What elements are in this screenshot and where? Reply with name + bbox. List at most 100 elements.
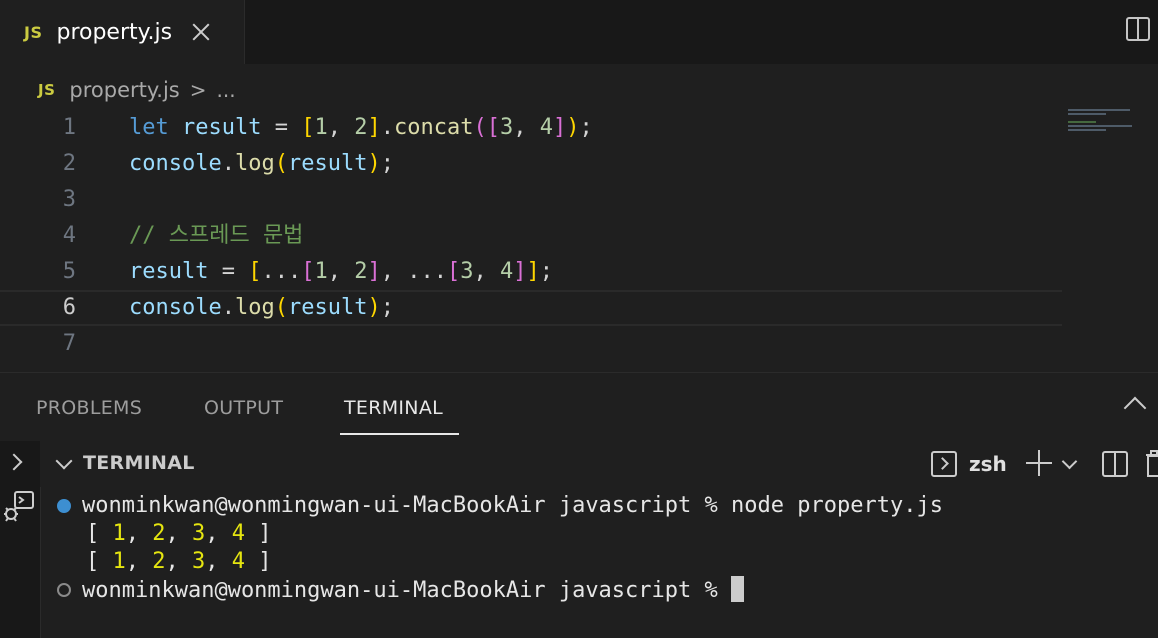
- plus-icon[interactable]: [1026, 450, 1052, 476]
- minimap-line: [1068, 109, 1130, 111]
- code-token: [: [446, 259, 461, 284]
- output-number: 2: [152, 549, 166, 574]
- code-token: console: [129, 295, 222, 320]
- vscode-window: JS property.js JS property.js > ... 1 let…: [0, 0, 1158, 638]
- split-terminal-icon[interactable]: [1102, 451, 1128, 477]
- terminal-shell-name[interactable]: zsh: [969, 452, 1007, 476]
- code-token: 1: [314, 115, 328, 140]
- line-number[interactable]: 6: [0, 292, 76, 324]
- code-line[interactable]: 3: [0, 182, 1062, 218]
- output-number: 1: [112, 521, 126, 546]
- code-token: .: [380, 115, 394, 140]
- code-token: =: [261, 115, 302, 140]
- editor-tab-bar: JS property.js: [0, 0, 1158, 64]
- line-number[interactable]: 7: [0, 326, 76, 362]
- code-editor[interactable]: 1 let result = [1, 2].concat([3, 4]); 2 con…: [0, 110, 1158, 372]
- code-token: (: [274, 151, 288, 176]
- code-token: ): [566, 115, 580, 140]
- terminal-cursor: [731, 576, 745, 602]
- code-text[interactable]: let result = [1, 2].concat([3, 4]);: [129, 110, 593, 146]
- code-token: =: [208, 259, 249, 284]
- output-separator: ,: [205, 521, 232, 546]
- split-editor-icon[interactable]: [1126, 17, 1150, 41]
- code-token: result: [182, 115, 262, 140]
- javascript-file-icon: JS: [24, 22, 43, 42]
- minimap-line: [1068, 125, 1132, 127]
- code-token: ]: [367, 115, 381, 140]
- line-number[interactable]: 1: [0, 110, 76, 146]
- panel-side-strip: [0, 441, 41, 638]
- terminal-prompt-line[interactable]: wonminkwan@wonmingwan-ui-MacBookAir java…: [82, 576, 745, 604]
- terminal-prompt: wonminkwan@wonmingwan-ui-MacBookAir java…: [82, 578, 732, 603]
- code-token: console: [129, 151, 222, 176]
- code-token: let: [129, 115, 169, 140]
- code-token: concat: [393, 115, 474, 140]
- code-token: ]: [513, 259, 527, 284]
- output-separator: ,: [125, 521, 153, 546]
- terminal-icon: [931, 451, 957, 477]
- output-number: 4: [231, 521, 245, 546]
- code-line[interactable]: 7: [0, 326, 1062, 362]
- code-token: ): [367, 151, 381, 176]
- code-token: ;: [380, 151, 394, 176]
- code-line[interactable]: 6 console.log(result);: [0, 290, 1062, 326]
- code-token: [: [301, 259, 315, 284]
- code-token: [: [248, 259, 262, 284]
- chevron-right-icon: >: [189, 78, 207, 102]
- command-pending-dot[interactable]: [57, 583, 71, 597]
- code-token: 4: [539, 115, 553, 140]
- output-separator: ,: [205, 549, 232, 574]
- close-icon[interactable]: [190, 21, 212, 43]
- minimap-line: [1068, 121, 1096, 123]
- breadcrumb-symbols[interactable]: ...: [217, 78, 236, 102]
- editor-tab-property-js[interactable]: JS property.js: [0, 0, 245, 64]
- code-token: 2: [354, 259, 368, 284]
- code-token: ;: [380, 295, 394, 320]
- line-number[interactable]: 3: [0, 182, 76, 218]
- code-token: 2: [354, 115, 368, 140]
- active-tab-indicator: [340, 433, 459, 435]
- code-line[interactable]: 5 result = [...[1, 2], ...[3, 4]];: [0, 254, 1062, 290]
- minimap-line: [1068, 129, 1106, 131]
- code-token: result: [287, 151, 368, 176]
- code-line[interactable]: 1 let result = [1, 2].concat([3, 4]);: [0, 110, 1062, 146]
- terminal-output-line: [ 1, 2, 3, 4 ]: [86, 520, 272, 548]
- breadcrumb-file[interactable]: property.js: [69, 78, 179, 102]
- code-text[interactable]: // 스프레드 문법: [129, 218, 303, 254]
- output-separator: ,: [125, 549, 153, 574]
- minimap[interactable]: [1068, 109, 1148, 139]
- code-token: log: [234, 295, 275, 320]
- code-token: log: [234, 151, 275, 176]
- command-success-dot[interactable]: [57, 499, 71, 513]
- tab-terminal[interactable]: TERMINAL: [344, 397, 443, 419]
- line-number[interactable]: 4: [0, 218, 76, 254]
- code-line[interactable]: 2 console.log(result);: [0, 146, 1062, 182]
- code-text[interactable]: console.log(result);: [129, 292, 394, 324]
- terminal-command-line: wonminkwan@wonmingwan-ui-MacBookAir java…: [82, 493, 943, 518]
- code-token: (: [473, 115, 487, 140]
- code-token: .: [221, 151, 235, 176]
- output-number: 1: [112, 549, 126, 574]
- terminal-section-title[interactable]: TERMINAL: [83, 452, 195, 474]
- code-token: ,: [473, 259, 500, 284]
- code-line[interactable]: 4 // 스프레드 문법: [0, 218, 1062, 254]
- code-token: result: [287, 295, 368, 320]
- line-number[interactable]: 2: [0, 146, 76, 182]
- tab-problems[interactable]: PROBLEMS: [36, 397, 142, 419]
- trash-icon[interactable]: [1146, 450, 1158, 478]
- code-text[interactable]: result = [...[1, 2], ...[3, 4]];: [129, 254, 553, 290]
- output-number: 2: [152, 521, 166, 546]
- code-token: 3: [460, 259, 474, 284]
- panel-tab-bar: PROBLEMS OUTPUT TERMINAL: [0, 373, 1158, 441]
- code-token: .: [221, 295, 235, 320]
- line-number[interactable]: 5: [0, 254, 76, 290]
- code-token: 4: [499, 259, 514, 284]
- code-token: ,: [327, 259, 355, 284]
- debug-console-icon[interactable]: [2, 490, 36, 524]
- code-token: ,: [513, 115, 540, 140]
- output-number: 3: [192, 521, 206, 546]
- code-token: ...: [261, 259, 302, 284]
- tab-output[interactable]: OUTPUT: [204, 397, 283, 419]
- code-text[interactable]: console.log(result);: [129, 146, 394, 182]
